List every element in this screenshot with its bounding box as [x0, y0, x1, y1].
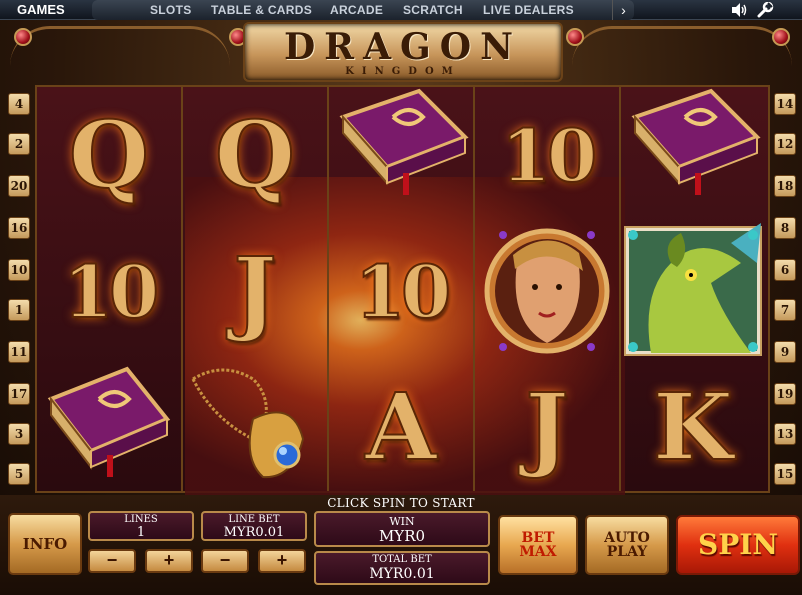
symbol-cell — [183, 359, 327, 495]
line-marker[interactable]: 19 — [774, 383, 796, 405]
total-bet-display: TOTAL BET MYR0.01 — [314, 551, 490, 585]
line-marker[interactable]: 16 — [8, 217, 30, 239]
games-label[interactable]: GAMES — [17, 2, 65, 17]
line-marker[interactable]: 2 — [8, 133, 30, 155]
line-bet-display: LINE BET MYR0.01 — [201, 511, 307, 541]
spellbook-icon — [631, 88, 761, 195]
gem-icon — [14, 28, 32, 46]
symbol-cell: A — [329, 359, 473, 495]
line-bet-increase-button[interactable]: + — [258, 549, 306, 573]
bet-max-button[interactable]: BET MAX — [498, 515, 578, 575]
line-marker[interactable]: 4 — [8, 93, 30, 115]
game-subtitle: KINGDOM — [345, 66, 461, 77]
symbol-cell: 10 — [475, 87, 619, 223]
auto-play-line1: AUTO — [604, 530, 650, 546]
symbol-q: Q — [214, 100, 296, 210]
nav-next-arrow-icon[interactable]: › — [612, 0, 634, 20]
top-navigation-bar: GAMES SLOTS TABLE & CARDS ARCADE SCRATCH… — [0, 0, 802, 20]
lines-decrease-button[interactable]: − — [88, 549, 136, 573]
reel-3: 10 A — [329, 87, 475, 491]
line-marker[interactable]: 20 — [8, 175, 30, 197]
symbol-cell — [621, 87, 765, 223]
symbol-cell: J — [183, 223, 327, 359]
nav-live-dealers[interactable]: LIVE DEALERS — [483, 3, 574, 17]
symbol-cell — [37, 359, 181, 495]
reel-4: 10 J — [475, 87, 621, 491]
line-bet-decrease-button[interactable]: − — [201, 549, 249, 573]
sound-icon[interactable] — [730, 2, 748, 18]
line-marker[interactable]: 10 — [8, 259, 30, 281]
line-marker[interactable]: 13 — [774, 423, 796, 445]
line-marker[interactable]: 7 — [774, 299, 796, 321]
line-marker[interactable]: 5 — [8, 463, 30, 485]
line-marker[interactable]: 18 — [774, 175, 796, 197]
symbol-cell: 10 — [37, 223, 181, 359]
symbol-cell — [621, 223, 765, 359]
game-title: DRAGON — [283, 26, 523, 68]
spellbook-icon — [339, 88, 469, 195]
dragon-amulet-icon — [191, 368, 305, 479]
symbol-k: K — [652, 372, 734, 482]
nav-arcade[interactable]: ARCADE — [330, 3, 383, 17]
symbol-cell: 10 — [329, 223, 473, 359]
symbol-10: 10 — [354, 248, 452, 335]
line-marker[interactable]: 1 — [8, 299, 30, 321]
gem-icon — [772, 28, 790, 46]
spellbook-icon — [47, 366, 171, 477]
game-logo: DRAGON KINGDOM — [243, 22, 563, 82]
total-bet-value: MYR0.01 — [369, 566, 435, 582]
ornament-left — [10, 26, 230, 66]
lines-value: 1 — [136, 525, 146, 540]
symbol-cell — [329, 87, 473, 223]
line-bet-label: LINE BET — [228, 514, 280, 525]
auto-play-button[interactable]: AUTO PLAY — [585, 515, 669, 575]
line-marker[interactable]: 12 — [774, 133, 796, 155]
win-display: WIN MYR0 — [314, 511, 490, 547]
line-marker[interactable]: 14 — [774, 93, 796, 115]
lines-label: LINES — [124, 514, 158, 525]
status-message: CLICK SPIN TO START — [327, 496, 475, 510]
symbol-q: Q — [68, 100, 150, 210]
warrior-princess-icon — [484, 228, 610, 354]
bet-max-line2: MAX — [519, 544, 557, 560]
symbol-cell: Q — [183, 87, 327, 223]
lines-display: LINES 1 — [88, 511, 194, 541]
ornament-right — [572, 26, 792, 66]
gem-icon — [566, 28, 584, 46]
symbol-j: J — [524, 372, 570, 482]
symbol-10: 10 — [62, 248, 160, 335]
auto-play-line2: PLAY — [606, 544, 648, 560]
category-nav: SLOTS TABLE & CARDS ARCADE SCRATCH LIVE … — [92, 0, 634, 20]
total-bet-label: TOTAL BET — [372, 554, 432, 565]
reel-5: K — [621, 87, 767, 491]
symbol-a: A — [364, 372, 437, 482]
win-value: MYR0 — [378, 527, 426, 545]
reel-area: Q 10 Q J 10 A 10 J K — [35, 85, 770, 495]
symbol-cell — [475, 223, 619, 359]
nav-table-cards[interactable]: TABLE & CARDS — [211, 3, 312, 17]
reel-1: Q 10 — [37, 87, 183, 491]
bet-max-line1: BET — [521, 530, 555, 546]
line-bet-value: MYR0.01 — [223, 525, 285, 540]
symbol-cell: J — [475, 359, 619, 495]
line-marker[interactable]: 6 — [774, 259, 796, 281]
lines-increase-button[interactable]: + — [145, 549, 193, 573]
nav-slots[interactable]: SLOTS — [150, 3, 192, 17]
spin-button[interactable]: SPIN — [676, 515, 800, 575]
info-button[interactable]: INFO — [8, 513, 82, 575]
line-marker[interactable]: 8 — [774, 217, 796, 239]
settings-wrench-icon[interactable] — [756, 2, 774, 18]
dragon-icon — [624, 223, 762, 356]
line-marker[interactable]: 17 — [8, 383, 30, 405]
line-marker[interactable]: 11 — [8, 341, 30, 363]
line-marker[interactable]: 9 — [774, 341, 796, 363]
line-marker[interactable]: 15 — [774, 463, 796, 485]
nav-scratch[interactable]: SCRATCH — [403, 3, 463, 17]
symbol-cell: K — [621, 359, 765, 495]
symbol-cell: Q — [37, 87, 181, 223]
symbol-j: J — [232, 236, 278, 346]
line-marker[interactable]: 3 — [8, 423, 30, 445]
symbol-10: 10 — [500, 112, 598, 199]
reel-2: Q J — [183, 87, 329, 491]
